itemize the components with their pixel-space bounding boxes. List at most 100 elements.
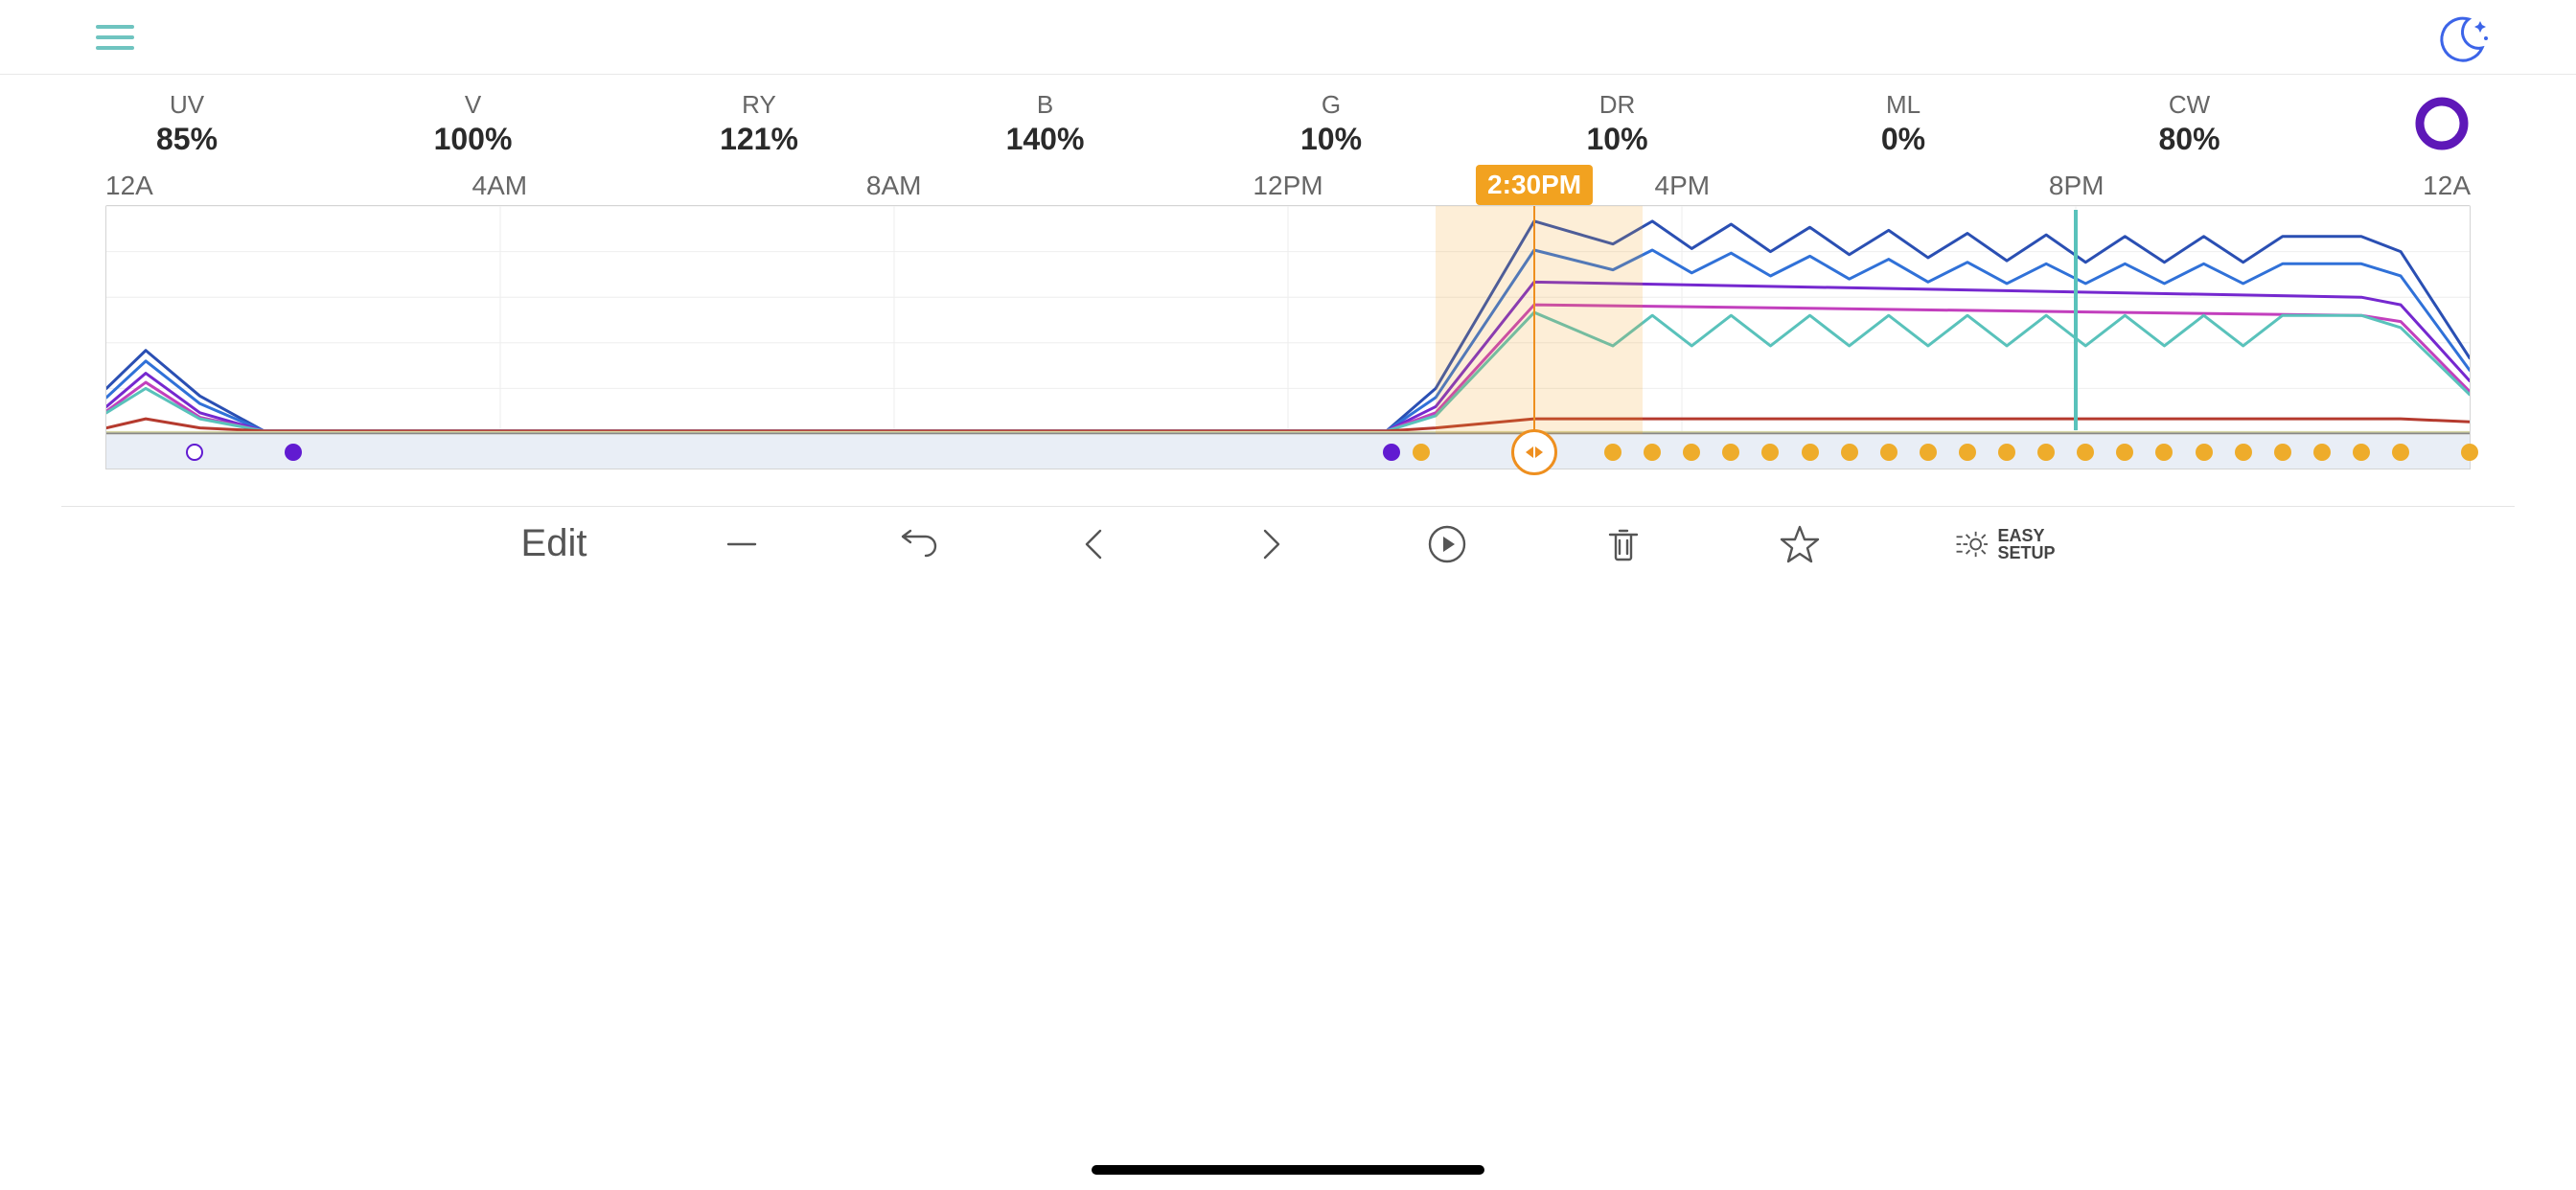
setpoint-dot[interactable] <box>1880 444 1898 461</box>
channel-cw[interactable]: CW 80% <box>2108 90 2271 157</box>
setpoint-dot[interactable] <box>1683 444 1700 461</box>
channel-uv[interactable]: UV 85% <box>105 90 268 157</box>
axis-tick: 12A <box>105 171 153 201</box>
lunar-marker-line <box>2074 210 2078 430</box>
channel-value: 85% <box>105 122 268 157</box>
home-indicator[interactable] <box>1092 1165 1484 1175</box>
axis-tick: 12A <box>2423 171 2471 201</box>
easy-setup-label: EASY SETUP <box>1997 527 2055 561</box>
edit-button[interactable]: Edit <box>521 522 587 565</box>
setpoint-dot[interactable] <box>2235 444 2252 461</box>
channel-label: RY <box>678 90 840 120</box>
channel-value: 10% <box>1536 122 1699 157</box>
play-icon <box>1426 523 1468 565</box>
channel-ry[interactable]: RY 121% <box>678 90 840 157</box>
trash-button[interactable] <box>1602 523 1644 565</box>
channel-value: 121% <box>678 122 840 157</box>
setpoint-dot[interactable] <box>2077 444 2094 461</box>
setpoint-dot[interactable] <box>2196 444 2213 461</box>
chart-plot-area[interactable] <box>105 205 2471 435</box>
channel-label: G <box>1250 90 1413 120</box>
setpoint-dot[interactable] <box>2274 444 2291 461</box>
setpoint-dot[interactable] <box>1920 444 1937 461</box>
current-time-flag[interactable]: 2:30PM <box>1476 165 1593 205</box>
channel-dr[interactable]: DR 10% <box>1536 90 1699 157</box>
top-bar <box>0 0 2576 75</box>
chevron-left-icon <box>1073 523 1116 565</box>
axis-tick: 4PM <box>1655 171 1711 201</box>
easy-setup-button[interactable]: EASY SETUP <box>1955 527 2055 561</box>
setpoint-dot[interactable] <box>2353 444 2370 461</box>
setpoint-dot[interactable] <box>2037 444 2055 461</box>
timeline-point-row[interactable] <box>105 435 2471 469</box>
chevron-right-icon <box>1250 523 1292 565</box>
editor-toolbar: Edit <box>61 506 2515 565</box>
setpoint-dot[interactable] <box>2313 444 2331 461</box>
setpoint-dot[interactable] <box>1722 444 1739 461</box>
moon-sparkle-icon <box>2432 11 2490 69</box>
scrubber-left-icon <box>1526 446 1533 458</box>
axis-tick: 8AM <box>866 171 922 201</box>
channel-label: V <box>392 90 555 120</box>
undo-icon <box>897 523 939 565</box>
setpoint-dot[interactable] <box>1998 444 2015 461</box>
setpoint-dot[interactable] <box>2392 444 2409 461</box>
favorite-button[interactable] <box>1779 523 1821 565</box>
easy-line1: EASY <box>1997 527 2055 544</box>
channel-label: B <box>964 90 1127 120</box>
setpoint-dot[interactable] <box>1413 444 1430 461</box>
axis-tick: 8PM <box>2049 171 2104 201</box>
scrubber-line <box>1533 206 1535 461</box>
channel-value: 10% <box>1250 122 1413 157</box>
app-root: { "channels": [ {"label": "UV", "value":… <box>0 0 2576 1190</box>
undo-button[interactable] <box>897 523 939 565</box>
ring-icon <box>2413 95 2471 152</box>
axis-tick: 12PM <box>1253 171 1322 201</box>
channel-readouts: UV 85% V 100% RY 121% B 140% G 10% DR 10… <box>0 75 2576 161</box>
lunar-setpoint-dot[interactable] <box>285 444 302 461</box>
channel-value: 140% <box>964 122 1127 157</box>
star-icon <box>1779 523 1821 565</box>
next-point-button[interactable] <box>1250 523 1292 565</box>
channel-value: 80% <box>2108 122 2271 157</box>
lunar-mode-button[interactable] <box>2432 11 2490 69</box>
setpoint-dot[interactable] <box>1802 444 1819 461</box>
delete-point-button[interactable] <box>721 523 763 565</box>
channel-value: 0% <box>1822 122 1985 157</box>
time-axis: 2:30PM 12A 4AM 8AM 12PM 4PM 8PM 12A <box>105 165 2471 205</box>
setpoint-dot[interactable] <box>1959 444 1976 461</box>
setpoint-dot[interactable] <box>2116 444 2133 461</box>
lunar-setpoint-dot[interactable] <box>1383 444 1400 461</box>
channel-b[interactable]: B 140% <box>964 90 1127 157</box>
play-button[interactable] <box>1426 523 1468 565</box>
channel-value: 100% <box>392 122 555 157</box>
scrubber-handle[interactable] <box>1511 429 1557 475</box>
channel-label: DR <box>1536 90 1699 120</box>
scrubber-band <box>1436 206 1643 434</box>
menu-button[interactable] <box>96 23 134 52</box>
current-time-label: 2:30PM <box>1487 170 1581 200</box>
prev-point-button[interactable] <box>1073 523 1116 565</box>
trash-icon <box>1602 523 1644 565</box>
chart-lines <box>106 206 2470 434</box>
brightness-icon <box>1955 528 1988 561</box>
moon-mark-dot[interactable] <box>186 444 203 461</box>
edit-label: Edit <box>521 522 587 565</box>
setpoint-dot[interactable] <box>1644 444 1661 461</box>
channel-label: UV <box>105 90 268 120</box>
channel-ml[interactable]: ML 0% <box>1822 90 1985 157</box>
channel-label: CW <box>2108 90 2271 120</box>
easy-line2: SETUP <box>1997 544 2055 561</box>
hamburger-icon <box>96 23 134 52</box>
channel-g[interactable]: G 10% <box>1250 90 1413 157</box>
setpoint-dot[interactable] <box>2461 444 2478 461</box>
channel-label: ML <box>1822 90 1985 120</box>
setpoint-dot[interactable] <box>2155 444 2173 461</box>
setpoint-dot[interactable] <box>1841 444 1858 461</box>
channel-v[interactable]: V 100% <box>392 90 555 157</box>
setpoint-dot[interactable] <box>1761 444 1779 461</box>
setpoint-dot[interactable] <box>1604 444 1622 461</box>
color-ring-button[interactable] <box>2413 95 2471 152</box>
axis-tick: 4AM <box>472 171 528 201</box>
scrubber-right-icon <box>1535 446 1543 458</box>
